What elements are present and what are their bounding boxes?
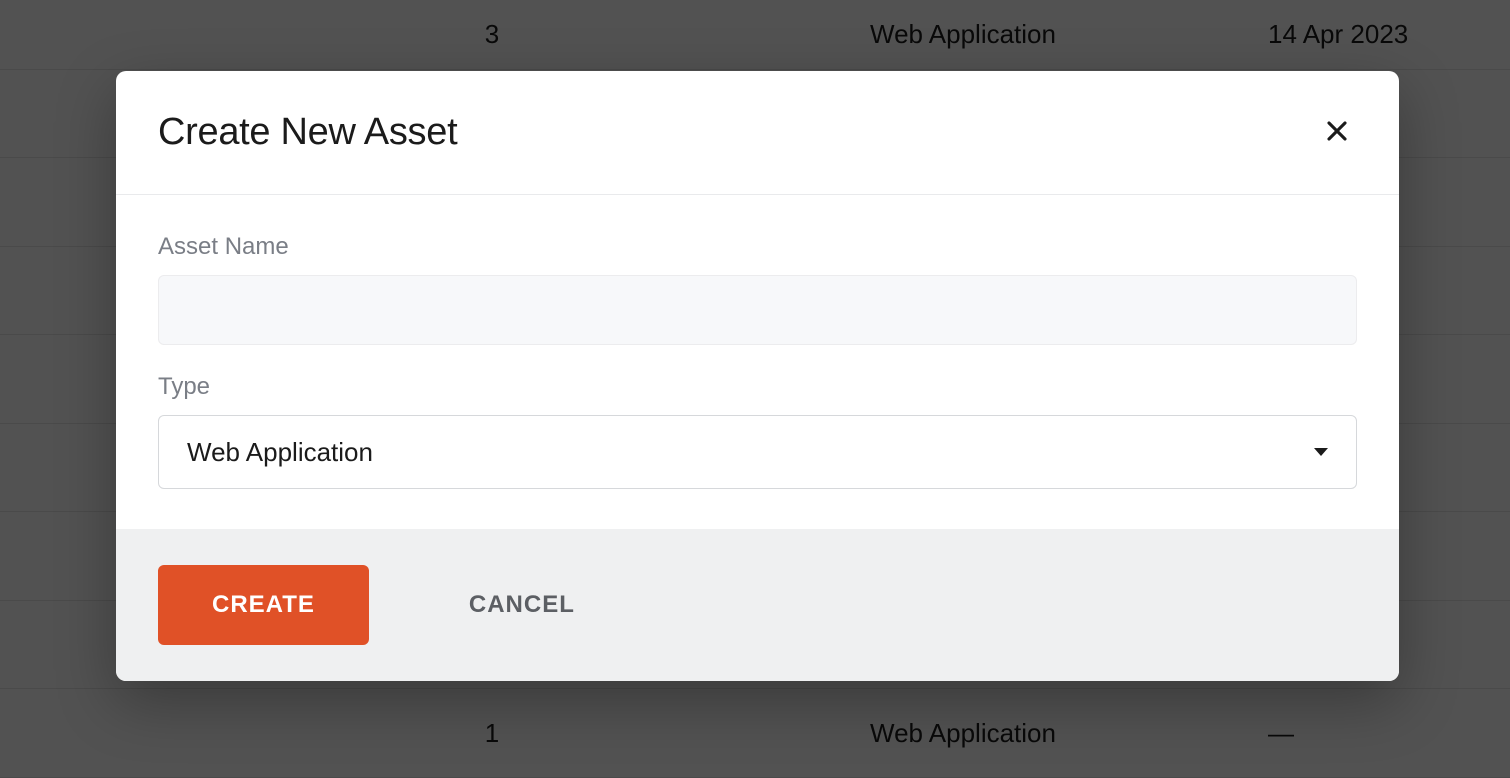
asset-name-input[interactable] <box>158 275 1357 345</box>
modal-footer: CREATE CANCEL <box>116 529 1399 681</box>
asset-type-label: Type <box>158 373 1357 401</box>
modal-title: Create New Asset <box>158 111 457 154</box>
asset-type-select-wrap: Web Application <box>158 415 1357 489</box>
close-icon <box>1326 116 1348 150</box>
modal-header: Create New Asset <box>116 71 1399 195</box>
create-asset-modal: Create New Asset Asset Name Type Web App… <box>116 71 1399 681</box>
create-button[interactable]: CREATE <box>158 565 369 645</box>
cancel-button[interactable]: CANCEL <box>469 591 575 619</box>
asset-name-label: Asset Name <box>158 233 1357 261</box>
close-button[interactable] <box>1317 113 1357 153</box>
modal-body: Asset Name Type Web Application <box>116 195 1399 529</box>
asset-type-select[interactable]: Web Application <box>158 415 1357 489</box>
